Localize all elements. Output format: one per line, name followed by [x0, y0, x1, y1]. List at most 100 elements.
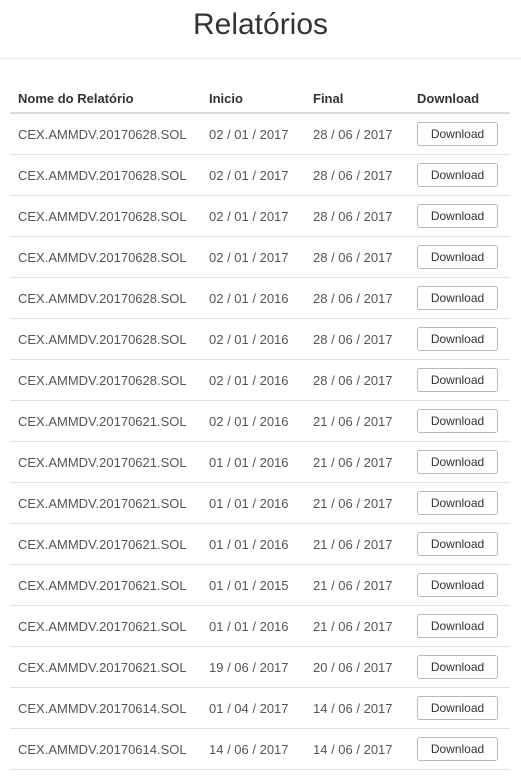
end-date-cell: 21 / 06 / 2017: [305, 605, 409, 647]
table-row: CEX.AMMDV.20170628.SOL 02 / 01 / 2016 28 /…: [10, 277, 510, 319]
end-date-cell: 28 / 06 / 2017: [305, 277, 409, 319]
report-name-cell: CEX.AMMDV.20170628.SOL: [10, 154, 201, 196]
download-cell: Download: [409, 687, 510, 729]
report-name-cell: CEX.AMMDV.20170621.SOL: [10, 646, 201, 688]
download-cell: Download: [409, 113, 510, 155]
table-header-row: Nome do Relatório Inicio Final Download: [10, 88, 510, 114]
table-row: CEX.AMMDV.20170628.SOL 02 / 01 / 2016 28 /…: [10, 318, 510, 360]
header-name: Nome do Relatório: [10, 88, 201, 114]
table-row: CEX.AMMDV.20170628.SOL 02 / 01 / 2017 28 /…: [10, 236, 510, 278]
table-row: CEX.AMMDV.20170628.SOL 02 / 01 / 2017 28 /…: [10, 154, 510, 196]
download-cell: Download: [409, 605, 510, 647]
download-button[interactable]: Download: [417, 737, 498, 761]
report-name-cell: CEX.AMMDV.20170621.SOL: [10, 605, 201, 647]
download-cell: Download: [409, 646, 510, 688]
download-cell: Download: [409, 441, 510, 483]
download-button[interactable]: Download: [417, 368, 498, 392]
header-start: Inicio: [201, 88, 305, 114]
report-name-cell: CEX.AMMDV.20170628.SOL: [10, 359, 201, 401]
page-title: Relatórios: [192, 8, 329, 41]
start-date-cell: 02 / 01 / 2016: [201, 318, 305, 360]
table-row: CEX.AMMDV.20170614.SOL 01 / 04 / 2017 14 /…: [10, 687, 510, 729]
table-row: CEX.AMMDV.20170628.SOL 02 / 01 / 2016 28 /…: [10, 359, 510, 401]
start-date-cell: 02 / 01 / 2016: [201, 277, 305, 319]
download-button[interactable]: Download: [417, 327, 498, 351]
table-row: CEX.AMMDV.20170621.SOL 02 / 01 / 2016 21 /…: [10, 400, 510, 442]
download-cell: Download: [409, 482, 510, 524]
download-cell: Download: [409, 318, 510, 360]
end-date-cell: 21 / 06 / 2017: [305, 400, 409, 442]
download-button[interactable]: Download: [417, 614, 498, 638]
download-button[interactable]: Download: [417, 696, 498, 720]
start-date-cell: 01 / 04 / 2017: [201, 687, 305, 729]
download-cell: Download: [409, 728, 510, 770]
report-name-cell: CEX.AMMDV.20170628.SOL: [10, 236, 201, 278]
table-row: CEX.AMMDV.20170621.SOL 01 / 01 / 2016 21 /…: [10, 523, 510, 565]
download-button[interactable]: Download: [417, 409, 498, 433]
start-date-cell: 19 / 06 / 2017: [201, 646, 305, 688]
download-cell: Download: [409, 359, 510, 401]
end-date-cell: 14 / 06 / 2017: [305, 728, 409, 770]
end-date-cell: 28 / 06 / 2017: [305, 359, 409, 401]
end-date-cell: 28 / 06 / 2017: [305, 195, 409, 237]
download-button[interactable]: Download: [417, 245, 498, 269]
table-row: CEX.AMMDV.20170621.SOL 01 / 01 / 2016 21 /…: [10, 605, 510, 647]
table-body: CEX.AMMDV.20170628.SOL 02 / 01 / 2017 28 /…: [10, 113, 510, 770]
start-date-cell: 02 / 01 / 2016: [201, 359, 305, 401]
start-date-cell: 01 / 01 / 2016: [201, 605, 305, 647]
download-button[interactable]: Download: [417, 204, 498, 228]
start-date-cell: 14 / 06 / 2017: [201, 728, 305, 770]
end-date-cell: 14 / 06 / 2017: [305, 687, 409, 729]
report-name-cell: CEX.AMMDV.20170621.SOL: [10, 564, 201, 606]
start-date-cell: 02 / 01 / 2017: [201, 195, 305, 237]
report-name-cell: CEX.AMMDV.20170628.SOL: [10, 277, 201, 319]
end-date-cell: 28 / 06 / 2017: [305, 113, 409, 155]
start-date-cell: 02 / 01 / 2017: [201, 236, 305, 278]
start-date-cell: 02 / 01 / 2017: [201, 154, 305, 196]
start-date-cell: 02 / 01 / 2016: [201, 400, 305, 442]
report-name-cell: CEX.AMMDV.20170621.SOL: [10, 523, 201, 565]
table-row: CEX.AMMDV.20170621.SOL 01 / 01 / 2016 21 /…: [10, 482, 510, 524]
end-date-cell: 20 / 06 / 2017: [305, 646, 409, 688]
download-button[interactable]: Download: [417, 163, 498, 187]
end-date-cell: 28 / 06 / 2017: [305, 154, 409, 196]
reports-table: Nome do Relatório Inicio Final Download …: [10, 88, 510, 770]
report-name-cell: CEX.AMMDV.20170628.SOL: [10, 318, 201, 360]
table-row: CEX.AMMDV.20170621.SOL 01 / 01 / 2015 21 /…: [10, 564, 510, 606]
end-date-cell: 21 / 06 / 2017: [305, 523, 409, 565]
download-button[interactable]: Download: [417, 286, 498, 310]
end-date-cell: 21 / 06 / 2017: [305, 564, 409, 606]
start-date-cell: 01 / 01 / 2016: [201, 523, 305, 565]
download-button[interactable]: Download: [417, 573, 498, 597]
download-cell: Download: [409, 195, 510, 237]
report-name-cell: CEX.AMMDV.20170628.SOL: [10, 113, 201, 155]
report-name-cell: CEX.AMMDV.20170614.SOL: [10, 687, 201, 729]
end-date-cell: 21 / 06 / 2017: [305, 482, 409, 524]
table-row: CEX.AMMDV.20170621.SOL 01 / 01 / 2016 21 /…: [10, 441, 510, 483]
table-row: CEX.AMMDV.20170614.SOL 14 / 06 / 2017 14 /…: [10, 728, 510, 770]
start-date-cell: 01 / 01 / 2016: [201, 441, 305, 483]
report-name-cell: CEX.AMMDV.20170621.SOL: [10, 482, 201, 524]
report-name-cell: CEX.AMMDV.20170614.SOL: [10, 728, 201, 770]
report-name-cell: CEX.AMMDV.20170628.SOL: [10, 195, 201, 237]
download-button[interactable]: Download: [417, 450, 498, 474]
download-cell: Download: [409, 277, 510, 319]
page-header: Relatórios: [0, 0, 521, 59]
report-name-cell: CEX.AMMDV.20170621.SOL: [10, 400, 201, 442]
table-row: CEX.AMMDV.20170628.SOL 02 / 01 / 2017 28 /…: [10, 195, 510, 237]
download-button[interactable]: Download: [417, 655, 498, 679]
start-date-cell: 01 / 01 / 2016: [201, 482, 305, 524]
report-name-cell: CEX.AMMDV.20170621.SOL: [10, 441, 201, 483]
download-cell: Download: [409, 564, 510, 606]
download-cell: Download: [409, 154, 510, 196]
download-button[interactable]: Download: [417, 532, 498, 556]
download-cell: Download: [409, 400, 510, 442]
end-date-cell: 21 / 06 / 2017: [305, 441, 409, 483]
download-button[interactable]: Download: [417, 122, 498, 146]
download-cell: Download: [409, 523, 510, 565]
end-date-cell: 28 / 06 / 2017: [305, 318, 409, 360]
download-cell: Download: [409, 236, 510, 278]
download-button[interactable]: Download: [417, 491, 498, 515]
table-row: CEX.AMMDV.20170621.SOL 19 / 06 / 2017 20 /…: [10, 646, 510, 688]
end-date-cell: 28 / 06 / 2017: [305, 236, 409, 278]
